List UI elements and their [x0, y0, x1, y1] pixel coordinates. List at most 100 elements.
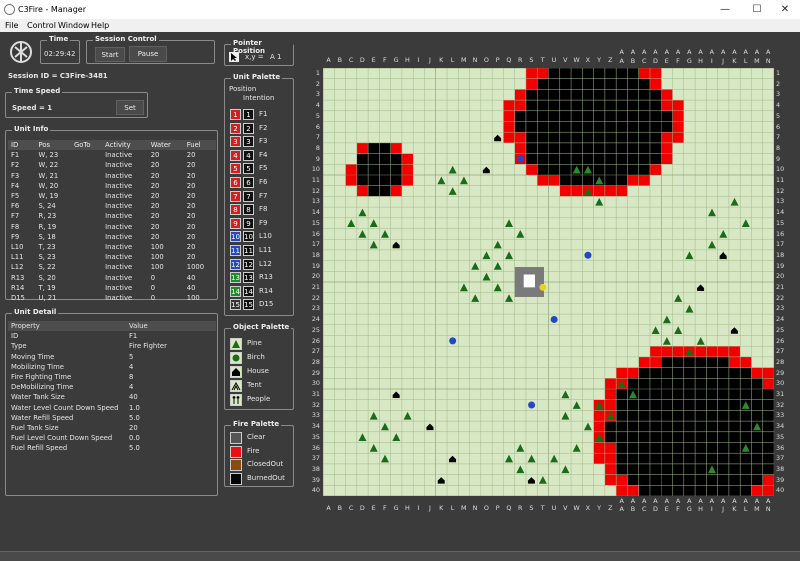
table-row[interactable]: D15 U, 21 Inactive 0 100 — [8, 293, 216, 303]
table-row[interactable]: Fuel Level Count Down Speed 0.0 — [8, 433, 216, 443]
table-row[interactable]: R13 S, 20 Inactive 0 40 — [8, 272, 216, 282]
fire-color-swatch[interactable] — [230, 472, 242, 485]
pine-icon[interactable] — [230, 338, 242, 350]
table-row[interactable]: Water Level Count Down Speed 1.0 — [8, 403, 216, 413]
fire-cell — [672, 121, 684, 133]
fire-color-swatch[interactable] — [230, 432, 242, 444]
birch-icon[interactable] — [230, 352, 242, 364]
unit-marker[interactable] — [539, 283, 547, 291]
table-cell: Inactive — [105, 212, 133, 221]
burned-cell — [638, 142, 650, 154]
close-button[interactable]: ✕ — [771, 2, 799, 17]
fire-map[interactable]: AABBCCDDEEFFGGHHIIJJKKLLMMNNOOPPQQRRSSTT… — [306, 48, 794, 519]
table-row[interactable]: F3 W, 21 Inactive 20 20 — [8, 171, 216, 181]
menu-window[interactable]: Window — [58, 21, 90, 30]
table-row[interactable]: F7 R, 23 Inactive 20 20 — [8, 211, 216, 221]
unit-intention-box[interactable]: 2 — [243, 122, 254, 134]
table-row[interactable]: Fire Fighting Time 8 — [8, 372, 216, 382]
table-row[interactable]: F5 W, 19 Inactive 20 20 — [8, 191, 216, 201]
unit-position-box[interactable]: 14 — [230, 285, 241, 297]
people-icon[interactable] — [230, 394, 242, 406]
burned-cell — [525, 110, 538, 122]
table-row[interactable]: L11 S, 23 Inactive 100 20 — [8, 252, 216, 262]
table-row[interactable]: Mobilizing Time 4 — [8, 362, 216, 372]
unit-position-box[interactable]: 2 — [230, 122, 241, 134]
table-cell: ID — [11, 332, 19, 341]
unit-intention-box[interactable]: 12 — [243, 258, 254, 270]
fire-color-swatch[interactable] — [230, 445, 242, 458]
unit-intention-box[interactable]: 7 — [243, 190, 254, 202]
unit-position-box[interactable]: 5 — [230, 163, 241, 175]
unit-intention-box[interactable]: 4 — [243, 149, 254, 161]
unit-intention-box[interactable]: 3 — [243, 136, 254, 148]
unit-intention-box[interactable]: 1 — [243, 109, 254, 120]
unit-intention-box[interactable]: 5 — [243, 163, 254, 175]
burned-cell — [627, 110, 639, 122]
table-row[interactable]: R14 T, 19 Inactive 0 40 — [8, 283, 216, 293]
unit-position-box[interactable]: 7 — [230, 190, 241, 202]
pause-button[interactable]: Pause — [129, 46, 167, 62]
menu-control[interactable]: Control — [27, 21, 56, 30]
house-icon[interactable] — [230, 366, 242, 378]
table-row[interactable]: DeMobilizing Time 4 — [8, 382, 216, 392]
unit-intention-box[interactable]: 13 — [243, 272, 254, 284]
table-row[interactable]: L10 T, 23 Inactive 100 20 — [8, 242, 216, 252]
unit-intention-box[interactable]: 10 — [243, 231, 254, 243]
table-row[interactable]: Type Fire Fighter — [8, 341, 216, 351]
unit-intention-box[interactable]: 14 — [243, 285, 254, 297]
unit-position-box[interactable]: 10 — [230, 231, 241, 243]
unit-position-box[interactable]: 12 — [230, 258, 241, 270]
table-row[interactable]: F9 S, 18 Inactive 20 20 — [8, 232, 216, 242]
table-row[interactable]: F2 W, 22 Inactive 20 20 — [8, 160, 216, 170]
unit-intention-box[interactable]: 15 — [243, 299, 254, 311]
unit-position-box[interactable]: 8 — [230, 204, 241, 216]
map-grid[interactable] — [323, 68, 774, 496]
table-row[interactable]: Water Refill Speed 5.0 — [8, 413, 216, 423]
table-cell: 5 — [129, 352, 134, 361]
unit-info-header[interactable]: Water — [147, 140, 184, 151]
unit-marker[interactable] — [528, 401, 536, 409]
burned-cell — [559, 153, 572, 165]
burned-cell — [379, 142, 391, 154]
menu-file[interactable]: File — [5, 21, 18, 30]
table-row[interactable]: Fuel Refill Speed 5.0 — [8, 443, 216, 453]
unit-intention-box[interactable]: 9 — [243, 217, 254, 229]
unit-position-box[interactable]: 3 — [230, 136, 241, 148]
table-row[interactable]: Fuel Tank Size 20 — [8, 423, 216, 433]
table-row[interactable]: Water Tank Size 40 — [8, 392, 216, 402]
unit-position-box[interactable]: 1 — [230, 109, 241, 120]
fire-color-swatch[interactable] — [230, 459, 242, 471]
unit-info-header[interactable]: GoTo — [70, 140, 103, 151]
unit-marker[interactable] — [449, 337, 457, 345]
set-speed-button[interactable]: Set — [116, 100, 144, 115]
unit-position-box[interactable]: 15 — [230, 299, 241, 311]
menu-help[interactable]: Help — [91, 21, 109, 30]
unit-info-header[interactable]: Pos — [35, 140, 71, 151]
table-row[interactable]: ID F1 — [8, 331, 216, 341]
table-row[interactable]: F4 W, 20 Inactive 20 20 — [8, 181, 216, 191]
start-button[interactable]: Start — [95, 47, 125, 62]
unit-position-box[interactable]: 4 — [230, 149, 241, 161]
unit-info-header[interactable]: Fuel — [183, 140, 216, 151]
unit-intention-box[interactable]: 11 — [243, 245, 254, 256]
table-row[interactable]: Moving Time 5 — [8, 352, 216, 362]
unit-intention-box[interactable]: 8 — [243, 204, 254, 216]
fire-cell — [525, 78, 538, 90]
table-row[interactable]: F6 S, 24 Inactive 20 20 — [8, 201, 216, 211]
unit-marker[interactable] — [550, 315, 558, 323]
unit-marker[interactable] — [584, 251, 592, 259]
unit-info-header[interactable]: ID — [8, 140, 36, 151]
unit-marker[interactable] — [516, 155, 524, 163]
unit-info-header[interactable]: Activity — [102, 140, 148, 151]
unit-position-box[interactable]: 13 — [230, 272, 241, 284]
maximize-button[interactable]: ☐ — [743, 2, 771, 17]
unit-position-box[interactable]: 11 — [230, 245, 241, 256]
unit-position-box[interactable]: 6 — [230, 177, 241, 188]
table-row[interactable]: L12 S, 22 Inactive 100 1000 — [8, 262, 216, 272]
unit-position-box[interactable]: 9 — [230, 217, 241, 229]
minimize-button[interactable]: — — [711, 2, 739, 17]
table-row[interactable]: F8 R, 19 Inactive 20 20 — [8, 222, 216, 232]
tent-icon[interactable] — [230, 380, 242, 392]
unit-intention-box[interactable]: 6 — [243, 177, 254, 188]
table-row[interactable]: F1 W, 23 Inactive 20 20 — [8, 150, 216, 160]
